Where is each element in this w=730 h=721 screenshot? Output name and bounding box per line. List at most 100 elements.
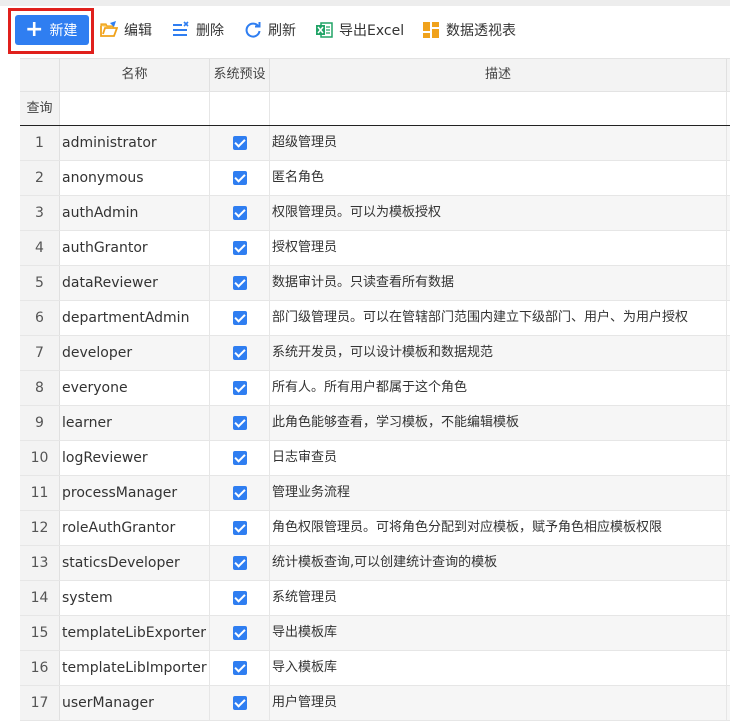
delete-list-icon: [172, 21, 190, 39]
system-preset-cell: [210, 231, 270, 265]
role-name-cell[interactable]: authAdmin: [60, 196, 210, 230]
system-preset-cell: [210, 371, 270, 405]
role-name-cell[interactable]: dataReviewer: [60, 266, 210, 300]
system-preset-checkbox[interactable]: [232, 696, 247, 710]
edit-button-label: 编辑: [124, 23, 152, 39]
pivot-table-button[interactable]: 数据透视表: [422, 18, 516, 42]
table-row[interactable]: 15 templateLibExporter 导出模板库: [20, 616, 730, 651]
role-name-cell[interactable]: userManager: [60, 686, 210, 720]
description-cell[interactable]: 授权管理员: [270, 231, 727, 265]
system-preset-checkbox[interactable]: [232, 311, 247, 325]
refresh-icon: [244, 21, 262, 39]
row-number: 9: [20, 406, 60, 440]
system-preset-checkbox[interactable]: [232, 521, 247, 535]
system-preset-checkbox[interactable]: [232, 346, 247, 360]
description-cell[interactable]: 数据审计员。只读查看所有数据: [270, 266, 727, 300]
new-button[interactable]: + 新建: [15, 15, 89, 45]
row-number: 4: [20, 231, 60, 265]
plus-icon: +: [25, 17, 44, 42]
description-cell[interactable]: 导出模板库: [270, 616, 727, 650]
table-row[interactable]: 9 learner 此角色能够查看，学习模板，不能编辑模板: [20, 406, 730, 441]
row-number-header: [20, 59, 60, 91]
role-name-cell[interactable]: roleAuthGrantor: [60, 511, 210, 545]
filter-input-name[interactable]: [60, 92, 210, 125]
role-name-cell[interactable]: logReviewer: [60, 441, 210, 475]
refresh-button[interactable]: 刷新: [244, 18, 296, 42]
role-name-cell[interactable]: everyone: [60, 371, 210, 405]
system-preset-cell: [210, 651, 270, 685]
role-name-cell[interactable]: administrator: [60, 126, 210, 160]
edit-button[interactable]: 编辑: [100, 18, 152, 42]
system-preset-checkbox[interactable]: [232, 591, 247, 605]
system-preset-checkbox[interactable]: [232, 381, 247, 395]
description-cell[interactable]: 超级管理员: [270, 126, 727, 160]
filter-label: 查询: [20, 92, 60, 125]
system-preset-cell: [210, 301, 270, 335]
description-cell[interactable]: 所有人。所有用户都属于这个角色: [270, 371, 727, 405]
description-cell[interactable]: 统计模板查询,可以创建统计查询的模板: [270, 546, 727, 580]
system-preset-checkbox[interactable]: [232, 486, 247, 500]
table-row[interactable]: 17 userManager 用户管理员: [20, 686, 730, 721]
grid-body: 1 administrator 超级管理员 2 anonymous 匿名角色 3 authAd…: [20, 126, 730, 721]
system-preset-checkbox[interactable]: [232, 136, 247, 150]
row-number: 2: [20, 161, 60, 195]
system-preset-checkbox[interactable]: [232, 556, 247, 570]
description-cell[interactable]: 匿名角色: [270, 161, 727, 195]
new-button-label: 新建: [49, 23, 78, 39]
system-preset-checkbox[interactable]: [232, 626, 247, 640]
table-row[interactable]: 1 administrator 超级管理员: [20, 126, 730, 161]
role-name-cell[interactable]: templateLibImporter: [60, 651, 210, 685]
table-row[interactable]: 10 logReviewer 日志审查员: [20, 441, 730, 476]
description-cell[interactable]: 系统开发员，可以设计模板和数据规范: [270, 336, 727, 370]
description-cell[interactable]: 导入模板库: [270, 651, 727, 685]
row-number: 1: [20, 126, 60, 160]
delete-button-label: 删除: [196, 23, 224, 39]
role-name-cell[interactable]: developer: [60, 336, 210, 370]
table-row[interactable]: 12 roleAuthGrantor 角色权限管理员。可将角色分配到对应模板，赋予角…: [20, 511, 730, 546]
description-cell[interactable]: 管理业务流程: [270, 476, 727, 510]
table-row[interactable]: 3 authAdmin 权限管理员。可以为模板授权: [20, 196, 730, 231]
table-row[interactable]: 4 authGrantor 授权管理员: [20, 231, 730, 266]
system-preset-checkbox[interactable]: [232, 206, 247, 220]
system-preset-checkbox[interactable]: [232, 661, 247, 675]
role-name-cell[interactable]: learner: [60, 406, 210, 440]
column-header-system[interactable]: 系统预设: [210, 59, 270, 91]
description-cell[interactable]: 权限管理员。可以为模板授权: [270, 196, 727, 230]
table-row[interactable]: 6 departmentAdmin 部门级管理员。可以在管辖部门范围内建立下级部门、…: [20, 301, 730, 336]
table-row[interactable]: 16 templateLibImporter 导入模板库: [20, 651, 730, 686]
description-cell[interactable]: 此角色能够查看，学习模板，不能编辑模板: [270, 406, 727, 440]
role-name-cell[interactable]: authGrantor: [60, 231, 210, 265]
system-preset-checkbox[interactable]: [232, 416, 247, 430]
table-row[interactable]: 2 anonymous 匿名角色: [20, 161, 730, 196]
table-row[interactable]: 5 dataReviewer 数据审计员。只读查看所有数据: [20, 266, 730, 301]
delete-button[interactable]: 删除: [172, 18, 224, 42]
role-name-cell[interactable]: processManager: [60, 476, 210, 510]
system-preset-cell: [210, 686, 270, 720]
system-preset-checkbox[interactable]: [232, 171, 247, 185]
table-row[interactable]: 11 processManager 管理业务流程: [20, 476, 730, 511]
table-row[interactable]: 14 system 系统管理员: [20, 581, 730, 616]
filter-input-system[interactable]: [210, 92, 270, 125]
role-name-cell[interactable]: system: [60, 581, 210, 615]
filter-input-desc[interactable]: [270, 92, 727, 125]
column-header-name[interactable]: 名称: [60, 59, 210, 91]
table-row[interactable]: 7 developer 系统开发员，可以设计模板和数据规范: [20, 336, 730, 371]
row-number: 5: [20, 266, 60, 300]
system-preset-checkbox[interactable]: [232, 276, 247, 290]
description-cell[interactable]: 用户管理员: [270, 686, 727, 720]
role-name-cell[interactable]: departmentAdmin: [60, 301, 210, 335]
system-preset-checkbox[interactable]: [232, 241, 247, 255]
table-row[interactable]: 13 staticsDeveloper 统计模板查询,可以创建统计查询的模板: [20, 546, 730, 581]
export-excel-button[interactable]: 导出Excel: [315, 18, 404, 42]
system-preset-cell: [210, 336, 270, 370]
system-preset-checkbox[interactable]: [232, 451, 247, 465]
description-cell[interactable]: 日志审查员: [270, 441, 727, 475]
column-header-desc[interactable]: 描述: [270, 59, 727, 91]
description-cell[interactable]: 系统管理员: [270, 581, 727, 615]
role-name-cell[interactable]: staticsDeveloper: [60, 546, 210, 580]
role-name-cell[interactable]: anonymous: [60, 161, 210, 195]
description-cell[interactable]: 角色权限管理员。可将角色分配到对应模板，赋予角色相应模板权限: [270, 511, 727, 545]
table-row[interactable]: 8 everyone 所有人。所有用户都属于这个角色: [20, 371, 730, 406]
description-cell[interactable]: 部门级管理员。可以在管辖部门范围内建立下级部门、用户、为用户授权: [270, 301, 727, 335]
role-name-cell[interactable]: templateLibExporter: [60, 616, 210, 650]
